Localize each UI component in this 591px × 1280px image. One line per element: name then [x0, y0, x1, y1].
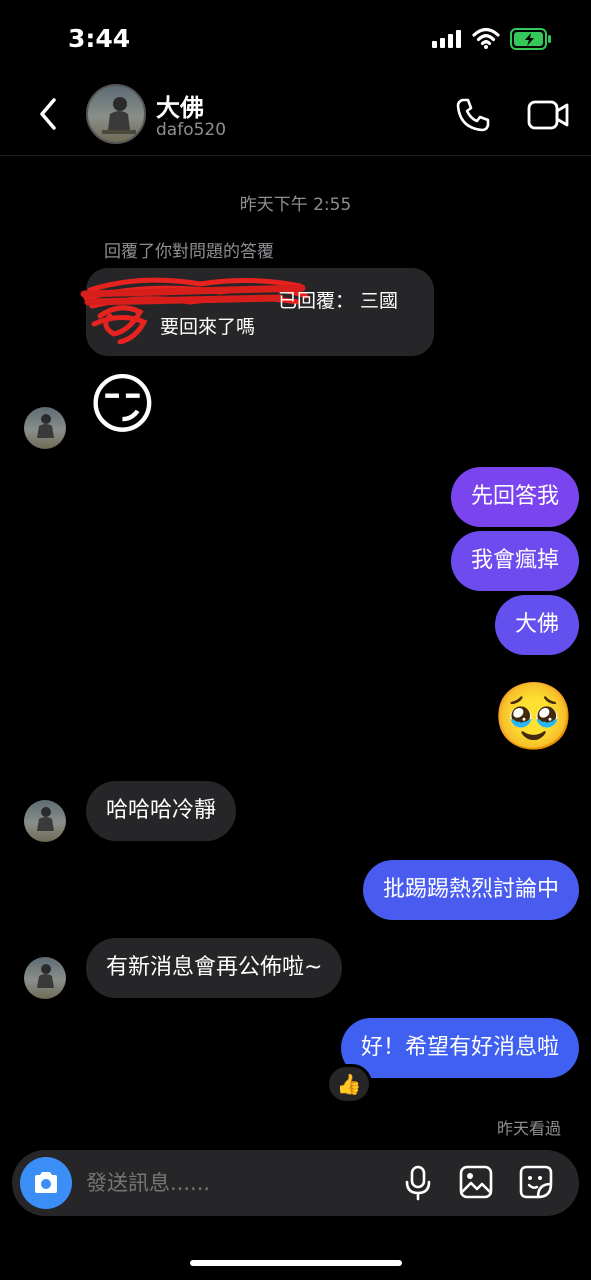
- camera-icon: [35, 1172, 57, 1193]
- quote-line-2: 要回來了嗎: [160, 316, 256, 338]
- message-bubble[interactable]: 好！希望有好消息啦: [340, 1018, 579, 1078]
- reply-note: 回覆了你對問題的答覆: [104, 242, 274, 262]
- back-chevron-icon[interactable]: [34, 94, 64, 134]
- message-bubble[interactable]: 有新消息會再公佈啦~: [86, 938, 343, 998]
- message-bubble[interactable]: 先回答我: [450, 467, 579, 527]
- avatar[interactable]: [24, 407, 66, 449]
- thread-timestamp: 昨天下午 2:55: [239, 195, 352, 215]
- avatar[interactable]: [86, 84, 146, 144]
- contact-name[interactable]: 大佛: [156, 88, 204, 123]
- battery-icon: [510, 28, 551, 50]
- reaction-badge[interactable]: 👍: [326, 1064, 372, 1104]
- home-indicator[interactable]: [190, 1260, 402, 1266]
- seen-status: 昨天看過: [496, 1119, 561, 1138]
- message-bubble[interactable]: 我會瘋掉: [450, 531, 579, 591]
- camera-button[interactable]: [20, 1157, 72, 1209]
- contact-handle[interactable]: dafo520: [156, 120, 226, 140]
- message-bubble[interactable]: 大佛: [494, 595, 579, 655]
- message-composer: [12, 1150, 579, 1216]
- sticker-icon[interactable]: [518, 1164, 554, 1200]
- message-bubble[interactable]: 批踢踢熱烈討論中: [362, 860, 579, 920]
- message-emoji[interactable]: 😏: [88, 372, 157, 438]
- phone-icon[interactable]: [454, 96, 492, 134]
- status-time: 3:44: [68, 24, 131, 53]
- message-input[interactable]: [86, 1150, 386, 1216]
- microphone-icon[interactable]: [402, 1164, 434, 1202]
- quote-line-1: 已回覆： 三國: [278, 290, 399, 312]
- message-bubble[interactable]: 哈哈哈冷靜: [86, 781, 237, 841]
- chat-header: 大佛 dafo520: [0, 70, 591, 156]
- video-camera-icon[interactable]: [526, 96, 570, 134]
- signal-icon: [432, 30, 462, 48]
- avatar[interactable]: [24, 800, 66, 842]
- message-emoji[interactable]: 🥹: [493, 684, 575, 750]
- gallery-icon[interactable]: [458, 1164, 494, 1200]
- wifi-icon: [472, 27, 500, 49]
- avatar[interactable]: [24, 957, 66, 999]
